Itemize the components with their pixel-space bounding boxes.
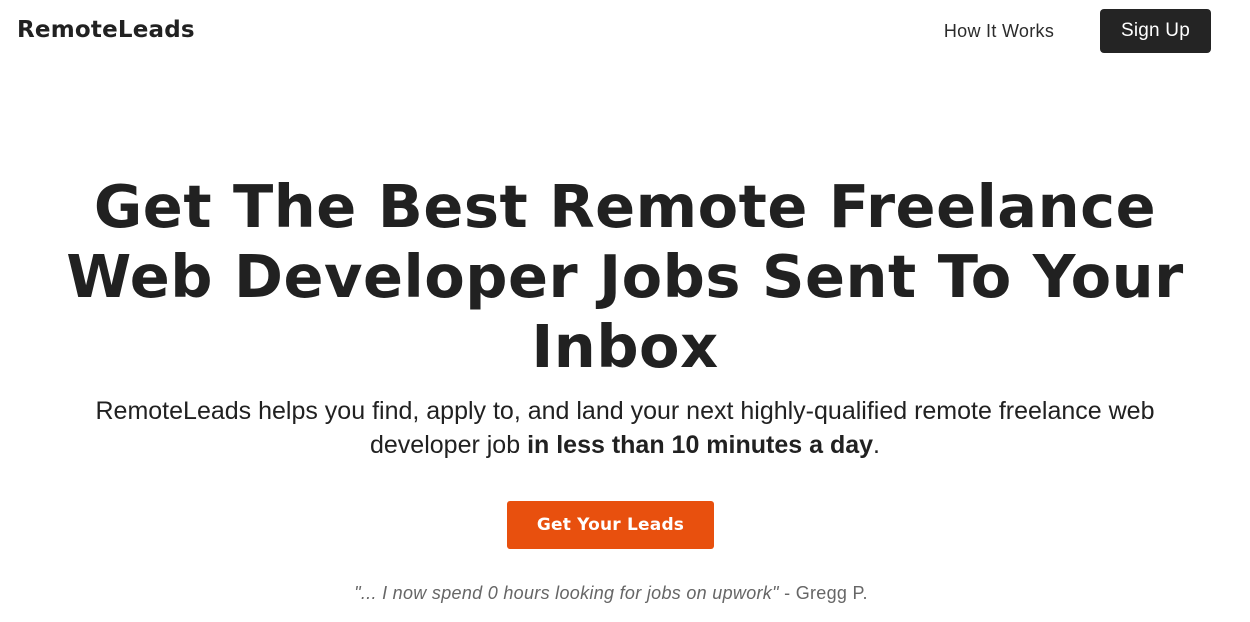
hero-subtitle-highlight: in less than 10 minutes a day: [527, 431, 874, 459]
hero-title: Get The Best Remote Freelance Web Develo…: [66, 172, 1184, 381]
hero-subtitle-period: .: [873, 431, 880, 459]
brand-logo[interactable]: RemoteLeads: [17, 14, 195, 46]
testimonial-quote: "... I now spend 0 hours looking for job…: [354, 583, 779, 603]
how-it-works-link[interactable]: How It Works: [935, 18, 1063, 44]
testimonial: "... I now spend 0 hours looking for job…: [100, 580, 1122, 606]
get-your-leads-button[interactable]: Get Your Leads: [507, 501, 714, 549]
hero-subtitle: RemoteLeads helps you find, apply to, an…: [60, 394, 1190, 462]
sign-up-button[interactable]: Sign Up: [1100, 9, 1211, 53]
top-navigation: RemoteLeads How It Works Sign Up: [0, 0, 1250, 62]
testimonial-author: - Gregg P.: [778, 583, 868, 603]
